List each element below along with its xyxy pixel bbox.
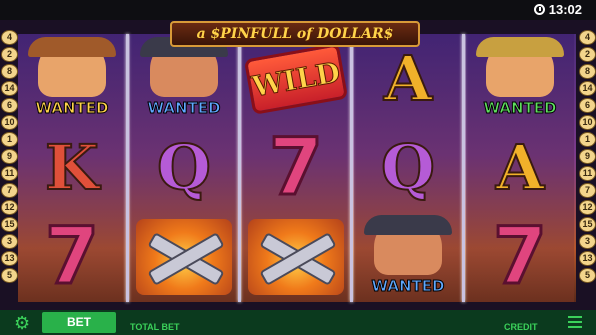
symbol-letter: Q [156, 131, 212, 204]
payline-number[interactable]: 4 [1, 30, 18, 45]
payline-number[interactable]: 6 [579, 98, 596, 113]
payline-number[interactable]: 6 [1, 98, 18, 113]
symbol-wild: WILD [243, 36, 349, 122]
payline-number[interactable]: 2 [1, 47, 18, 62]
symbol-seven: 7 [244, 125, 348, 211]
symbol-seven-glyph: 7 [43, 212, 100, 302]
symbol-wanted-poster: WANTED [468, 36, 572, 122]
payline-number[interactable]: 5 [1, 268, 18, 283]
payline-number[interactable]: 1 [579, 132, 596, 147]
symbol-k: K [20, 125, 124, 211]
payline-number[interactable]: 8 [1, 64, 18, 79]
gear-icon[interactable]: ⚙ [14, 314, 34, 332]
symbol-seven: 7 [20, 214, 124, 300]
symbol-wanted-poster: WANTED [20, 36, 124, 122]
reel-2: WANTED Q [130, 34, 238, 302]
payline-number[interactable]: 3 [1, 234, 18, 249]
payline-number[interactable]: 9 [1, 149, 18, 164]
payline-number[interactable]: 12 [579, 200, 596, 215]
symbol-crossed-revolvers [132, 214, 236, 300]
symbol-letter: Q [380, 131, 436, 204]
symbol-seven-glyph: 7 [267, 123, 324, 213]
symbol-letter: K [44, 131, 100, 204]
reel-1: WANTED K 7 [18, 34, 126, 302]
revolvers-icon [136, 219, 232, 295]
reel-3: WILD 7 [242, 34, 350, 302]
payline-number[interactable]: 3 [579, 234, 596, 249]
symbol-q: Q [132, 125, 236, 211]
payline-number[interactable]: 11 [1, 166, 18, 181]
wanted-label: WANTED [483, 99, 557, 118]
revolvers-icon [248, 219, 344, 295]
credit-label: CREDIT [504, 322, 538, 332]
payline-number[interactable]: 2 [579, 47, 596, 62]
menu-icon[interactable] [568, 316, 582, 328]
cowboy-hat-icon [364, 215, 452, 235]
clock-time: 13:02 [548, 2, 582, 17]
symbol-q: Q [356, 125, 460, 211]
payline-number[interactable]: 13 [1, 251, 18, 266]
payline-number[interactable]: 14 [1, 81, 18, 96]
symbol-seven-glyph: 7 [491, 212, 548, 302]
payline-number[interactable]: 4 [579, 30, 596, 45]
payline-number[interactable]: 8 [579, 64, 596, 79]
payline-number[interactable]: 13 [579, 251, 596, 266]
payline-number[interactable]: 7 [579, 183, 596, 198]
symbol-crossed-revolvers [244, 214, 348, 300]
dynamite-icon: WILD [243, 43, 349, 115]
total-bet-label: TOTAL BET [130, 322, 180, 332]
reel-divider [462, 34, 465, 302]
clock: 13:02 [533, 2, 582, 17]
payline-number[interactable]: 9 [579, 149, 596, 164]
game-logo: a $PINFULL of DOLLAR$ [170, 21, 420, 47]
wanted-label: WANTED [147, 99, 221, 118]
bet-button[interactable]: BET [42, 312, 116, 333]
reel-divider [350, 34, 353, 302]
payline-number[interactable]: 7 [1, 183, 18, 198]
bottom-bar: ⚙ BET TOTAL BET CREDIT [0, 310, 596, 335]
symbol-wanted-poster: WANTED [356, 214, 460, 300]
cowboy-hat-icon [476, 37, 564, 57]
payline-number[interactable]: 11 [579, 166, 596, 181]
symbol-seven: 7 [468, 214, 572, 300]
payline-number[interactable]: 10 [579, 115, 596, 130]
reel-divider [126, 34, 129, 302]
symbol-wanted-poster: WANTED [132, 36, 236, 122]
payline-number[interactable]: 12 [1, 200, 18, 215]
payline-indicators-right: 4 2 8 14 6 10 1 9 11 7 12 15 3 13 5 [579, 30, 596, 304]
symbol-letter: A [495, 131, 545, 204]
reel-4: A Q WANTED [354, 34, 462, 302]
wanted-label: WANTED [371, 277, 445, 296]
reels-area: WANTED K 7 WANTED Q WILD 7 A Q WANTED WANTED A 7 [18, 34, 576, 302]
symbol-a: A [356, 36, 460, 122]
payline-number[interactable]: 15 [579, 217, 596, 232]
payline-indicators-left: 4 2 8 14 6 10 1 9 11 7 12 15 3 13 5 [1, 30, 18, 304]
payline-number[interactable]: 14 [579, 81, 596, 96]
payline-number[interactable]: 15 [1, 217, 18, 232]
cowboy-hat-icon [28, 37, 116, 57]
clock-icon [533, 4, 545, 15]
reel-divider [238, 34, 241, 302]
payline-number[interactable]: 10 [1, 115, 18, 130]
reel-5: WANTED A 7 [466, 34, 574, 302]
symbol-a: A [468, 125, 572, 211]
symbol-letter: A [383, 42, 433, 115]
status-bar: 13:02 [0, 0, 596, 20]
payline-number[interactable]: 5 [579, 268, 596, 283]
wanted-label: WANTED [35, 99, 109, 118]
payline-number[interactable]: 1 [1, 132, 18, 147]
